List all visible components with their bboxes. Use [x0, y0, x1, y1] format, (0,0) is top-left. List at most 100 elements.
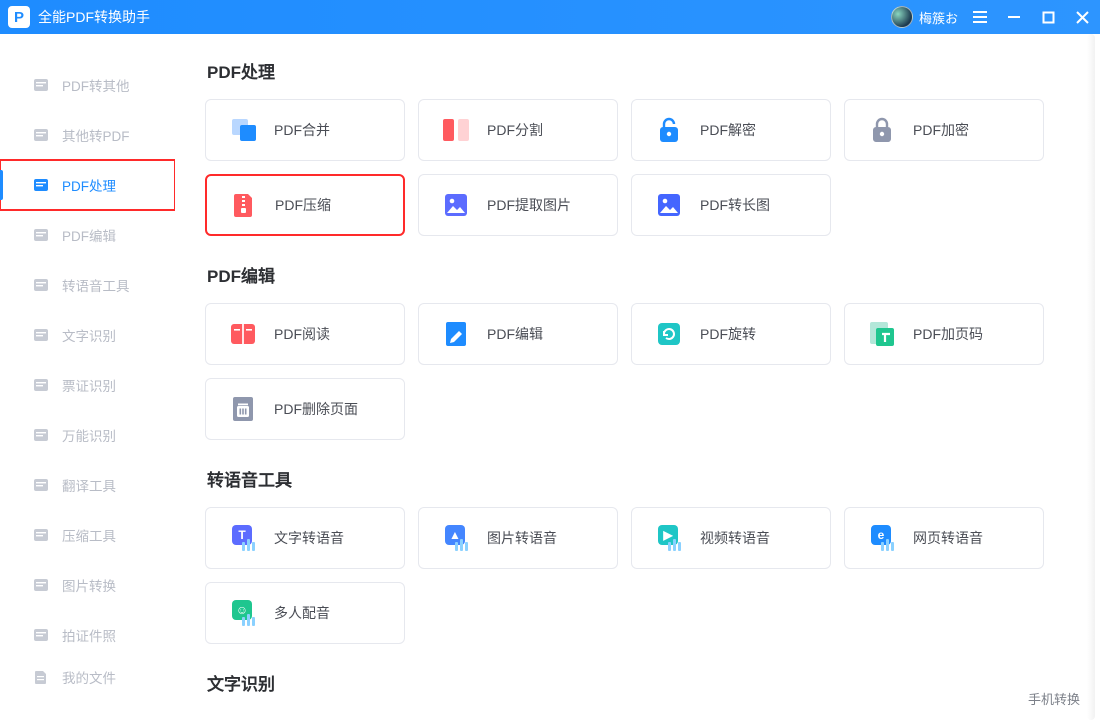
minimize-icon[interactable]	[1006, 9, 1022, 25]
sidebar-icon-pdf-to-other	[32, 77, 50, 93]
zip-icon	[231, 192, 257, 218]
card-label: 网页转语音	[913, 528, 983, 548]
app-logo: P	[8, 6, 30, 28]
lock-icon	[869, 117, 895, 143]
card-pdf-long-img[interactable]: PDF转长图	[631, 174, 831, 236]
card-label: PDF合并	[274, 120, 330, 140]
card-label: 视频转语音	[700, 528, 770, 548]
card-label: PDF提取图片	[487, 195, 571, 215]
sidebar-icon-pdf-edit	[32, 227, 50, 243]
sidebar-item-label: 其他转PDF	[62, 125, 130, 145]
sidebar-icon-compress	[32, 527, 50, 543]
card-label: 图片转语音	[487, 528, 557, 548]
card-img-voice[interactable]: ▲ 图片转语音	[418, 507, 618, 569]
sidebar-item-other-to-pdf[interactable]: 其他转PDF	[0, 110, 175, 160]
sidebar-item-compress[interactable]: 压缩工具	[0, 510, 175, 560]
main-area: PDF处理PDF合并PDF分割PDF解密PDF加密PDF压缩PDF提取图片PDF…	[175, 34, 1100, 720]
sidebar-item-img-convert[interactable]: 图片转换	[0, 560, 175, 610]
card-pdf-pagenum[interactable]: PDF加页码	[844, 303, 1044, 365]
pagenum-icon	[869, 321, 895, 347]
svg-text:☺: ☺	[236, 603, 248, 617]
delpage-icon	[230, 396, 256, 422]
section-title: 转语音工具	[207, 466, 1072, 491]
card-pdf-delpage[interactable]: PDF删除页面	[205, 378, 405, 440]
card-grid: PDF合并 PDF分割PDF解密 PDF加密 PDF压缩 PDF提取图片 PDF转长图	[205, 99, 1072, 236]
sidebar-item-pdf-to-other[interactable]: PDF转其他	[0, 60, 175, 110]
card-multi-voice[interactable]: ☺ 多人配音	[205, 582, 405, 644]
card-web-voice[interactable]: e 网页转语音	[844, 507, 1044, 569]
sidebar-item-pdf-process[interactable]: PDF处理	[0, 160, 175, 210]
card-pdf-decrypt[interactable]: PDF解密	[631, 99, 831, 161]
card-text-voice[interactable]: T文字转语音	[205, 507, 405, 569]
sidebar-icon-translate	[32, 477, 50, 493]
title-bar: P 全能PDF转换助手 梅簇お	[0, 0, 1100, 34]
merge-icon	[230, 117, 256, 143]
section-title: PDF编辑	[207, 262, 1072, 287]
sidebar-item-ocr-cert[interactable]: 票证识别	[0, 360, 175, 410]
app-title: 全能PDF转换助手	[38, 7, 150, 27]
card-label: PDF旋转	[700, 324, 756, 344]
sidebar-item-label: PDF转其他	[62, 75, 130, 95]
svg-text:e: e	[878, 528, 885, 542]
sidebar-icon-pdf-process	[32, 177, 50, 193]
sidebar-item-ocr-all[interactable]: 万能识别	[0, 410, 175, 460]
web-voice-icon: e	[869, 525, 895, 551]
files-icon	[32, 669, 50, 685]
sidebar-item-label: 翻译工具	[62, 475, 116, 495]
close-icon[interactable]	[1074, 9, 1090, 25]
sidebar: PDF转其他其他转PDF PDF处理 PDF编辑转语音工具文字识别票证识别万能识别翻…	[0, 34, 175, 720]
card-label: PDF压缩	[275, 195, 331, 215]
sidebar-icon-ocr-cert	[32, 377, 50, 393]
sidebar-item-label: PDF编辑	[62, 225, 116, 245]
phone-convert-link[interactable]: 手机转换	[1028, 689, 1080, 708]
sidebar-icon-img-convert	[32, 577, 50, 593]
user-avatar[interactable]	[891, 6, 913, 28]
svg-text:▶: ▶	[662, 528, 673, 542]
sidebar-item-label: 万能识别	[62, 425, 116, 445]
username-label[interactable]: 梅簇お	[919, 8, 958, 27]
sidebar-icon-ocr-all	[32, 427, 50, 443]
sidebar-item-label: 我的文件	[62, 667, 116, 687]
card-pdf-compress[interactable]: PDF压缩	[205, 174, 405, 236]
sidebar-item-label: 票证识别	[62, 375, 116, 395]
card-label: 多人配音	[274, 603, 330, 623]
multi-voice-icon: ☺	[230, 600, 256, 626]
card-label: PDF删除页面	[274, 399, 358, 419]
card-video-voice[interactable]: ▶ 视频转语音	[631, 507, 831, 569]
sidebar-item-pdf-edit[interactable]: PDF编辑	[0, 210, 175, 260]
svg-text:▲: ▲	[449, 528, 461, 542]
card-pdf-edit-c[interactable]: PDF编辑	[418, 303, 618, 365]
sidebar-item-label: PDF处理	[62, 175, 116, 195]
card-pdf-split[interactable]: PDF分割	[418, 99, 618, 161]
card-pdf-read[interactable]: PDF阅读	[205, 303, 405, 365]
card-pdf-encrypt[interactable]: PDF加密	[844, 99, 1044, 161]
card-grid: T文字转语音 ▲ 图片转语音 ▶ 视频转语音 e 网页转语音 ☺ 多人配音	[205, 507, 1072, 644]
svg-text:T: T	[238, 528, 246, 542]
sidebar-item-ocr-text[interactable]: 文字识别	[0, 310, 175, 360]
card-pdf-rotate[interactable]: PDF旋转	[631, 303, 831, 365]
sidebar-icon-to-voice	[32, 277, 50, 293]
sidebar-item-label: 图片转换	[62, 575, 116, 595]
card-pdf-merge[interactable]: PDF合并	[205, 99, 405, 161]
card-label: PDF加密	[913, 120, 969, 140]
sidebar-item-to-voice[interactable]: 转语音工具	[0, 260, 175, 310]
img-voice-icon: ▲	[443, 525, 469, 551]
maximize-icon[interactable]	[1040, 9, 1056, 25]
card-label: PDF阅读	[274, 324, 330, 344]
card-label: PDF加页码	[913, 324, 983, 344]
extract-img-icon	[443, 192, 469, 218]
unlock-icon	[656, 117, 682, 143]
menu-icon[interactable]	[972, 9, 988, 25]
sidebar-item-label: 压缩工具	[62, 525, 116, 545]
sidebar-item-white-id[interactable]: 拍证件照	[0, 610, 175, 652]
section-title: 文字识别	[207, 670, 1072, 695]
split-icon	[443, 117, 469, 143]
card-pdf-extract-img[interactable]: PDF提取图片	[418, 174, 618, 236]
sidebar-item-my-files[interactable]: 我的文件	[0, 652, 175, 702]
sidebar-item-label: 拍证件照	[62, 625, 116, 645]
edit-icon	[443, 321, 469, 347]
rotate-icon	[656, 321, 682, 347]
sidebar-item-translate[interactable]: 翻译工具	[0, 460, 175, 510]
sidebar-icon-other-to-pdf	[32, 127, 50, 143]
card-grid: PDF阅读 PDF编辑 PDF旋转 PDF加页码 PDF删除页面	[205, 303, 1072, 440]
